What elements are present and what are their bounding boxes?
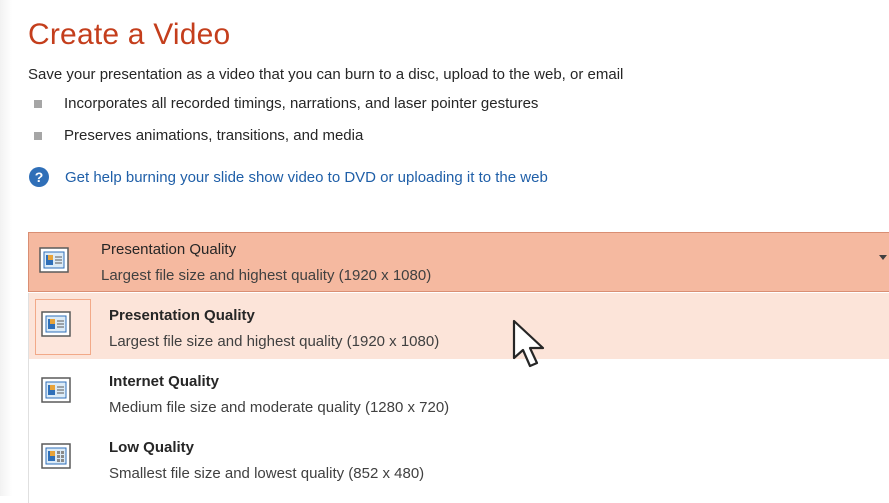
option-description: Smallest file size and lowest quality (8… (109, 465, 425, 482)
page-description: Save your presentation as a video that y… (28, 66, 624, 83)
bullet-text: Incorporates all recorded timings, narra… (64, 95, 539, 112)
dropdown-selected-description: Largest file size and highest quality (1… (101, 267, 432, 284)
help-link-text[interactable]: Get help burning your slide show video t… (65, 169, 548, 186)
bullet-text: Preserves animations, transitions, and m… (64, 127, 364, 144)
option-internet-quality[interactable]: Internet Quality Medium file size and mo… (29, 359, 889, 425)
bullet-item: Preserves animations, transitions, and m… (34, 127, 363, 144)
bullet-square-icon (34, 99, 42, 108)
panel-edge-shadow (0, 0, 12, 496)
page-title: Create a Video (28, 18, 231, 51)
bullet-item: Incorporates all recorded timings, narra… (34, 95, 538, 112)
create-video-panel: Create a Video Save your presentation as… (0, 0, 889, 503)
quality-dropdown[interactable]: Presentation Quality Largest file size a… (28, 232, 889, 292)
quality-options-menu: Presentation Quality Largest file size a… (28, 293, 889, 503)
help-question-icon: ? (29, 167, 49, 187)
help-link[interactable]: ? Get help burning your slide show video… (29, 167, 548, 187)
option-title: Presentation Quality (109, 307, 255, 324)
internet-quality-icon (41, 377, 71, 408)
option-description: Medium file size and moderate quality (1… (109, 399, 450, 416)
option-title: Low Quality (109, 439, 195, 456)
option-description: Largest file size and highest quality (1… (109, 333, 440, 350)
option-low-quality[interactable]: Low Quality Smallest file size and lowes… (29, 425, 889, 491)
chevron-down-icon[interactable] (879, 255, 887, 260)
bullet-square-icon (34, 131, 42, 140)
presentation-quality-icon (41, 311, 71, 342)
option-title: Internet Quality (109, 373, 220, 390)
option-presentation-quality[interactable]: Presentation Quality Largest file size a… (29, 293, 889, 359)
dropdown-selected-title: Presentation Quality (101, 241, 237, 258)
mouse-pointer-icon (510, 318, 550, 379)
presentation-quality-icon (39, 247, 69, 278)
low-quality-icon (41, 443, 71, 474)
